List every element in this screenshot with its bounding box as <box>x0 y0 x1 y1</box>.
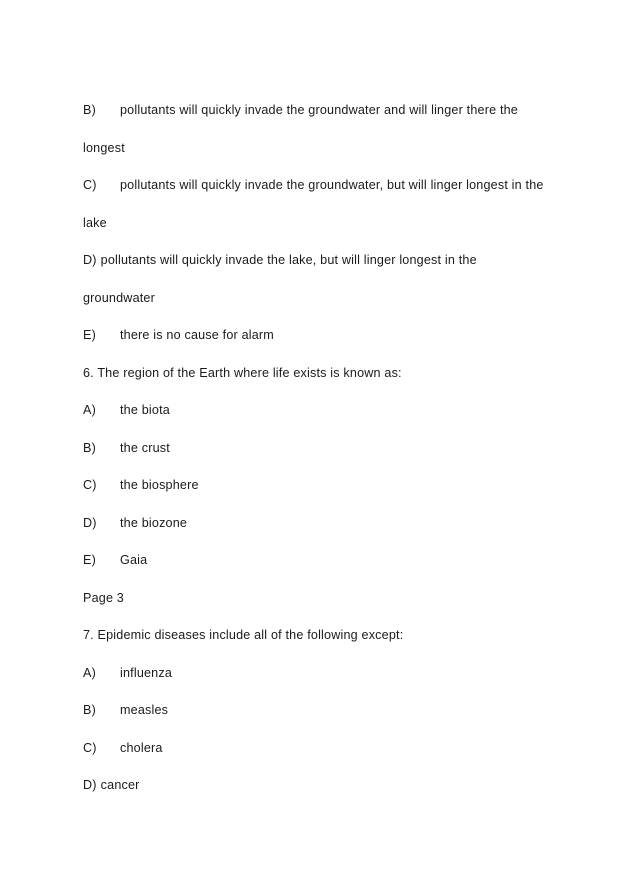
option-text-q7-opt-b: measles <box>120 703 169 717</box>
option-label-q6-opt-a: A) <box>83 403 96 417</box>
option-text-q7-opt-d: cancer <box>100 778 140 792</box>
option-text-q5-opt-d: pollutants will quickly invade the lake,… <box>100 253 477 267</box>
text-line-q7-stem: 7. Epidemic diseases include all of the … <box>83 628 404 642</box>
option-label-q7-opt-a: A) <box>83 665 96 680</box>
text-line-q5-opt-b-cont: longest <box>83 140 125 155</box>
text-line-q6-opt-d: D) the biozone <box>83 505 561 543</box>
text-line-q7-opt-c: C) cholera <box>83 730 561 768</box>
option-text-q6-opt-a: the biota <box>120 403 170 417</box>
text-line-q5-opt-c: C) pollutants will quickly invade the gro… <box>83 167 561 205</box>
text-line-q6-stem: 6. The region of the Earth where life ex… <box>83 365 402 380</box>
text-line-q5-opt-b: B) pollutants will quickly invade the gro… <box>83 92 561 130</box>
document-text-body: B) pollutants will quickly invade the gro… <box>83 92 561 805</box>
option-text-q7-opt-a: influenza <box>120 665 173 680</box>
option-label-q6-opt-e: E) <box>83 553 96 567</box>
option-text-q6-opt-b: the crust <box>120 440 170 455</box>
text-line-q5-opt-e: E) there is no cause for alarm <box>83 317 561 355</box>
text-line-q7-opt-a: A) influenza <box>83 655 561 693</box>
option-text-q5-opt-b: pollutants will quickly invade the groun… <box>120 103 518 117</box>
option-label-q5-opt-b: B) <box>83 103 96 117</box>
option-label-q6-opt-c: C) <box>83 478 97 492</box>
text-line-q6-opt-b: B) the crust <box>83 430 561 468</box>
option-label-q7-opt-d: D) <box>83 778 97 792</box>
option-label-q7-opt-b: B) <box>83 703 96 717</box>
option-label-q7-opt-c: C) <box>83 740 97 755</box>
option-text-q5-opt-e: there is no cause for alarm <box>120 328 274 342</box>
text-line-q5-opt-d-cont: groundwater <box>83 290 155 305</box>
text-line-q6-opt-e: E) Gaia <box>83 542 561 580</box>
text-line-q7-opt-b: B) measles <box>83 692 561 730</box>
text-line-q7-opt-d: D) cancer <box>83 767 561 805</box>
text-line-q6-opt-c: C) the biosphere <box>83 467 561 505</box>
option-text-q6-opt-e: Gaia <box>120 553 148 567</box>
option-label-q6-opt-d: D) <box>83 515 97 530</box>
option-text-q6-opt-d: the biozone <box>120 515 188 530</box>
document-page: B) pollutants will quickly invade the gro… <box>0 0 638 878</box>
option-text-q5-opt-c: pollutants will quickly invade the groun… <box>120 178 544 192</box>
option-label-q5-opt-c: C) <box>83 178 97 192</box>
option-label-q5-opt-d: D) <box>83 253 97 267</box>
option-text-q7-opt-c: cholera <box>120 740 163 755</box>
text-line-q5-opt-c-cont: lake <box>83 215 107 230</box>
text-line-page-marker: Page 3 <box>83 590 124 605</box>
text-line-q6-opt-a: A) the biota <box>83 392 561 430</box>
option-label-q5-opt-e: E) <box>83 328 96 342</box>
text-line-q5-opt-d: D) pollutants will quickly invade the lak… <box>83 242 561 280</box>
option-text-q6-opt-c: the biosphere <box>120 478 199 492</box>
option-label-q6-opt-b: B) <box>83 440 96 455</box>
